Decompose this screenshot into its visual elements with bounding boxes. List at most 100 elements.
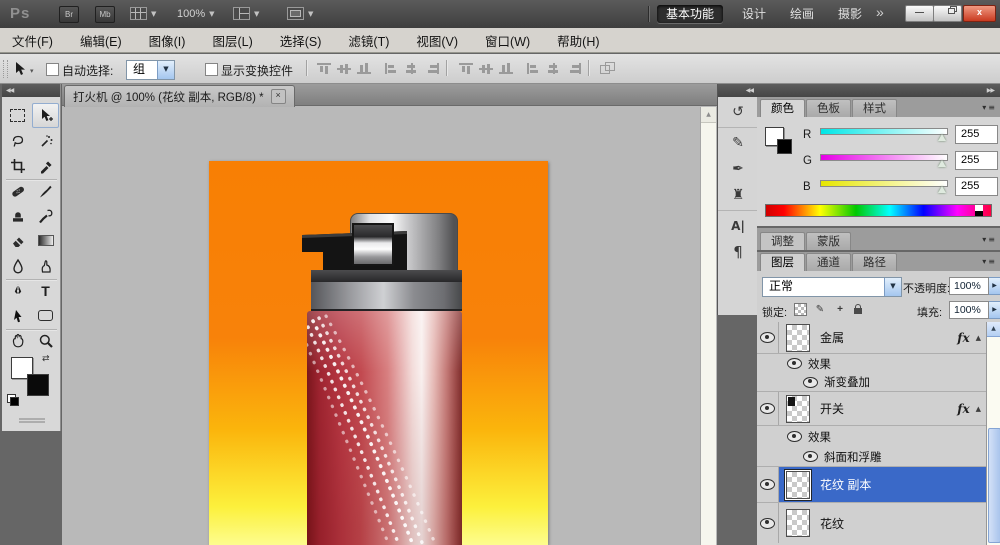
- opacity-spinner-icon[interactable]: ▶: [989, 277, 1000, 295]
- tab-styles[interactable]: 样式: [852, 99, 897, 117]
- type-tool[interactable]: T: [32, 278, 59, 303]
- blue-slider-track[interactable]: [820, 179, 948, 187]
- window-close-button[interactable]: x: [963, 5, 996, 22]
- effect-name[interactable]: 渐变叠加: [824, 374, 870, 390]
- eraser-tool[interactable]: [4, 228, 31, 253]
- green-value-field[interactable]: 255: [955, 151, 998, 170]
- blue-slider-thumb[interactable]: [938, 185, 946, 193]
- effects-label[interactable]: 效果: [808, 429, 831, 445]
- tab-masks[interactable]: 蒙版: [806, 232, 851, 250]
- layer-thumbnail[interactable]: [786, 323, 810, 352]
- layer-effects-badge[interactable]: fx: [957, 402, 969, 416]
- brush-tool[interactable]: [32, 178, 59, 203]
- blue-slider[interactable]: [820, 179, 948, 194]
- gradient-tool[interactable]: [32, 228, 59, 253]
- layer-thumbnail[interactable]: [786, 394, 810, 423]
- magic-wand-tool[interactable]: [32, 128, 59, 153]
- scroll-up-icon[interactable]: ▲: [701, 107, 716, 123]
- scroll-up-icon[interactable]: ▲: [987, 322, 1000, 337]
- menu-filter[interactable]: 滤镜(T): [348, 31, 389, 50]
- brushes-panel-button[interactable]: ✎: [718, 130, 758, 156]
- visibility-toggle[interactable]: [757, 322, 779, 353]
- color-spectrum-ramp[interactable]: [765, 204, 992, 217]
- window-minimize-button[interactable]: —: [905, 5, 934, 22]
- visibility-toggle[interactable]: [757, 392, 779, 425]
- tab-adjustments[interactable]: 调整: [760, 232, 805, 250]
- green-slider-track[interactable]: [820, 153, 948, 161]
- move-tool[interactable]: [32, 103, 59, 128]
- effect-item-bevel-emboss[interactable]: 斜面和浮雕: [757, 447, 986, 467]
- tab-color[interactable]: 颜色: [760, 99, 805, 117]
- history-brush-tool[interactable]: [32, 203, 59, 228]
- tool-preset-caret-icon[interactable]: ▾: [30, 67, 34, 75]
- menu-window[interactable]: 窗口(W): [485, 31, 530, 50]
- effects-row[interactable]: 效果: [757, 426, 986, 447]
- opacity-value-field[interactable]: 100%: [949, 277, 989, 295]
- layer-row-switch[interactable]: 开关 fx ▲: [757, 392, 986, 426]
- healing-brush-tool[interactable]: [4, 178, 31, 203]
- document-tab[interactable]: 打火机 @ 100% (花纹 副本, RGB/8) * ×: [64, 85, 295, 107]
- auto-align-layers-button[interactable]: [600, 62, 615, 75]
- toolbox-resize-grip[interactable]: [19, 418, 45, 420]
- layer-name[interactable]: 金属: [820, 329, 844, 346]
- default-colors-icon[interactable]: [7, 394, 19, 406]
- pen-tool[interactable]: [4, 278, 31, 303]
- visibility-toggle[interactable]: [757, 467, 779, 502]
- effects-row[interactable]: 效果: [757, 354, 986, 373]
- blur-tool[interactable]: [4, 253, 31, 278]
- green-slider[interactable]: [820, 153, 948, 168]
- menu-layer[interactable]: 图层(L): [212, 31, 252, 50]
- background-color-swatch[interactable]: [777, 139, 792, 154]
- distribute-vertical-centers-button[interactable]: [478, 62, 494, 75]
- hand-tool[interactable]: [4, 328, 31, 353]
- clone-stamp-tool[interactable]: [4, 203, 31, 228]
- distribute-left-edges-button[interactable]: [526, 62, 542, 75]
- menu-image[interactable]: 图像(I): [149, 31, 186, 50]
- zoom-tool[interactable]: [32, 328, 59, 353]
- blend-mode-dropdown[interactable]: 正常 ▼: [762, 277, 902, 297]
- lasso-tool[interactable]: [4, 128, 31, 153]
- smudge-tool[interactable]: [32, 253, 59, 278]
- collapse-effects-icon[interactable]: ▲: [976, 405, 981, 413]
- swap-colors-icon[interactable]: ⇄: [42, 354, 50, 364]
- screen-mode-button[interactable]: ▼: [287, 5, 313, 22]
- clone-source-panel-button[interactable]: ♜: [718, 182, 758, 208]
- red-slider[interactable]: [820, 127, 948, 142]
- menu-view[interactable]: 视图(V): [416, 31, 458, 50]
- guides-grid-button[interactable]: ▼: [130, 5, 156, 22]
- align-vertical-centers-button[interactable]: [336, 62, 352, 75]
- character-panel-button[interactable]: A|: [718, 213, 758, 239]
- layer-name[interactable]: 开关: [820, 400, 844, 417]
- red-slider-thumb[interactable]: [938, 133, 946, 141]
- distribute-horizontal-centers-button[interactable]: [546, 62, 562, 75]
- layer-name[interactable]: 花纹: [820, 515, 844, 532]
- layer-row-pattern[interactable]: 花纹: [757, 503, 986, 543]
- lock-all-button[interactable]: [851, 302, 865, 315]
- path-selection-tool[interactable]: [4, 303, 31, 328]
- effect-name[interactable]: 斜面和浮雕: [824, 449, 882, 465]
- panel-menu-button[interactable]: ▾ ≡: [982, 235, 995, 244]
- panel-menu-button[interactable]: ▾ ≡: [982, 103, 995, 112]
- auto-select-checkbox[interactable]: [46, 63, 59, 76]
- tab-swatches[interactable]: 色板: [806, 99, 851, 117]
- menu-help[interactable]: 帮助(H): [557, 31, 599, 50]
- fill-value-field[interactable]: 100%: [949, 301, 989, 319]
- red-slider-track[interactable]: [820, 127, 948, 135]
- document-vertical-scrollbar[interactable]: ▲: [700, 107, 716, 545]
- align-bottom-edges-button[interactable]: [356, 62, 372, 75]
- grip-handle[interactable]: [3, 60, 8, 78]
- crop-tool[interactable]: [4, 153, 31, 178]
- green-slider-thumb[interactable]: [938, 159, 946, 167]
- align-left-edges-button[interactable]: [384, 62, 400, 75]
- bridge-button[interactable]: Br: [59, 6, 79, 23]
- visibility-toggle[interactable]: [803, 447, 818, 466]
- close-icon[interactable]: ×: [270, 89, 286, 104]
- menu-select[interactable]: 选择(S): [280, 31, 322, 50]
- minibridge-button[interactable]: Mb: [95, 6, 115, 23]
- toolbox-collapse-button[interactable]: ◀◀: [2, 84, 60, 97]
- arrange-documents-button[interactable]: ▼: [233, 5, 259, 22]
- visibility-toggle[interactable]: [803, 373, 818, 391]
- eyedropper-tool[interactable]: [32, 153, 59, 178]
- visibility-toggle[interactable]: [787, 354, 802, 373]
- black-swatch[interactable]: [975, 211, 983, 216]
